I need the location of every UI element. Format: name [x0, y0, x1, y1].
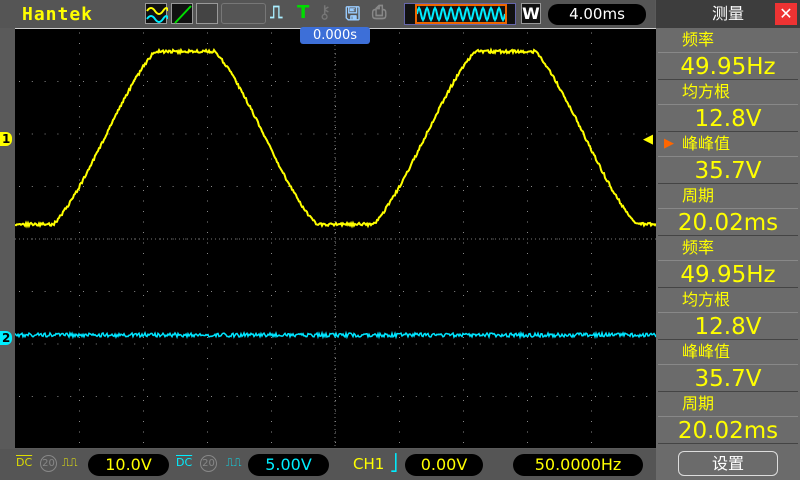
rising-edge-icon[interactable]: ⎦ [390, 453, 398, 472]
overview-trace [417, 8, 505, 20]
trigger-level[interactable]: 0.00V [405, 454, 483, 476]
ch1-bw-limit[interactable]: 20 [40, 455, 57, 472]
waveform-overview[interactable] [404, 3, 516, 25]
measure-title: 测量 [712, 4, 744, 23]
measure-label-text: 均方根 [682, 290, 730, 309]
ch2-coupling[interactable]: DC [176, 456, 192, 469]
measure-value: 12.8V [658, 312, 798, 340]
measure-value: 20.02ms [658, 416, 798, 444]
close-button[interactable]: ✕ [775, 3, 797, 25]
ch1-coupling[interactable]: DC [16, 456, 32, 469]
measure-label-text: 频率 [682, 30, 714, 49]
measure-label-text: 周期 [682, 394, 714, 413]
top-toolbar: Hantek ⎍ T ⚷ 🖫 ⎙ W 4.00ms [0, 0, 655, 28]
ch2-invert-icon[interactable]: ⎍⎍ [226, 456, 241, 470]
settings-button[interactable]: 设置 [678, 451, 778, 476]
trigger-frequency: 50.0000Hz [513, 454, 643, 476]
trigger-position-marker[interactable]: 0.000s [300, 27, 370, 44]
brand-logo: Hantek [22, 4, 93, 25]
persistence-icon[interactable] [196, 3, 218, 24]
ch1-scale[interactable]: 10.0V [88, 454, 169, 476]
measure-label[interactable]: 周期 [656, 392, 800, 416]
trigger-source[interactable]: CH1 [353, 455, 384, 473]
grid-dots [19, 33, 647, 443]
measure-label[interactable]: 频率 [656, 28, 800, 52]
status-bar: DC 20 ⎍⎍ 10.0V DC 20 ⎍⎍ 5.00V CH1 ⎦ 0.00… [0, 449, 656, 480]
measure-value: 20.02ms [658, 208, 798, 236]
blank-slot [221, 3, 266, 24]
timebase-display[interactable]: 4.00ms [548, 4, 646, 25]
measure-label-text: 频率 [682, 238, 714, 257]
ch2-marker[interactable]: 2 [0, 331, 12, 345]
measure-label[interactable]: 均方根 [656, 80, 800, 104]
measure-label[interactable]: ▶ 峰峰值 [656, 132, 800, 156]
measure-value: 35.7V [658, 156, 798, 184]
measure-value: 49.95Hz [658, 52, 798, 80]
measure-label[interactable]: 峰峰值 [656, 340, 800, 364]
pulse-trigger-icon[interactable]: ⎍ [270, 2, 283, 23]
ch2-trace [15, 333, 656, 337]
waveform-icon[interactable] [145, 3, 167, 24]
center-axes [15, 29, 656, 449]
measure-value: 12.8V [658, 104, 798, 132]
key-icon: ⚷ [318, 2, 331, 23]
measure-label-text: 峰峰值 [682, 342, 730, 361]
measure-label[interactable]: 周期 [656, 184, 800, 208]
trigger-level-marker[interactable]: ◀ [643, 132, 653, 147]
ch2-bw-limit[interactable]: 20 [200, 455, 217, 472]
scope-screen[interactable] [15, 28, 656, 448]
waveform-plot [15, 29, 656, 449]
measure-label[interactable]: 均方根 [656, 288, 800, 312]
ch1-invert-icon[interactable]: ⎍⎍ [62, 456, 77, 470]
ch2-scale[interactable]: 5.00V [248, 454, 329, 476]
measure-label-text: 周期 [682, 186, 714, 205]
window-zoom-button[interactable]: W [521, 3, 541, 24]
measure-value: 49.95Hz [658, 260, 798, 288]
measure-label-text: 峰峰值 [682, 134, 730, 153]
measure-panel: 测量 ✕ 频率 49.95Hz 均方根 12.8V ▶ 峰峰值 35.7V 周期 20.02ms 频… [656, 0, 800, 480]
print-icon[interactable]: ⎙ [372, 2, 386, 23]
measure-label[interactable]: 频率 [656, 236, 800, 260]
trigger-t-icon[interactable]: T [297, 2, 309, 23]
ch1-marker[interactable]: 1 [0, 132, 12, 146]
selected-arrow-icon: ▶ [664, 132, 674, 156]
xy-mode-icon[interactable] [171, 3, 193, 24]
measure-value: 35.7V [658, 364, 798, 392]
measure-label-text: 均方根 [682, 82, 730, 101]
